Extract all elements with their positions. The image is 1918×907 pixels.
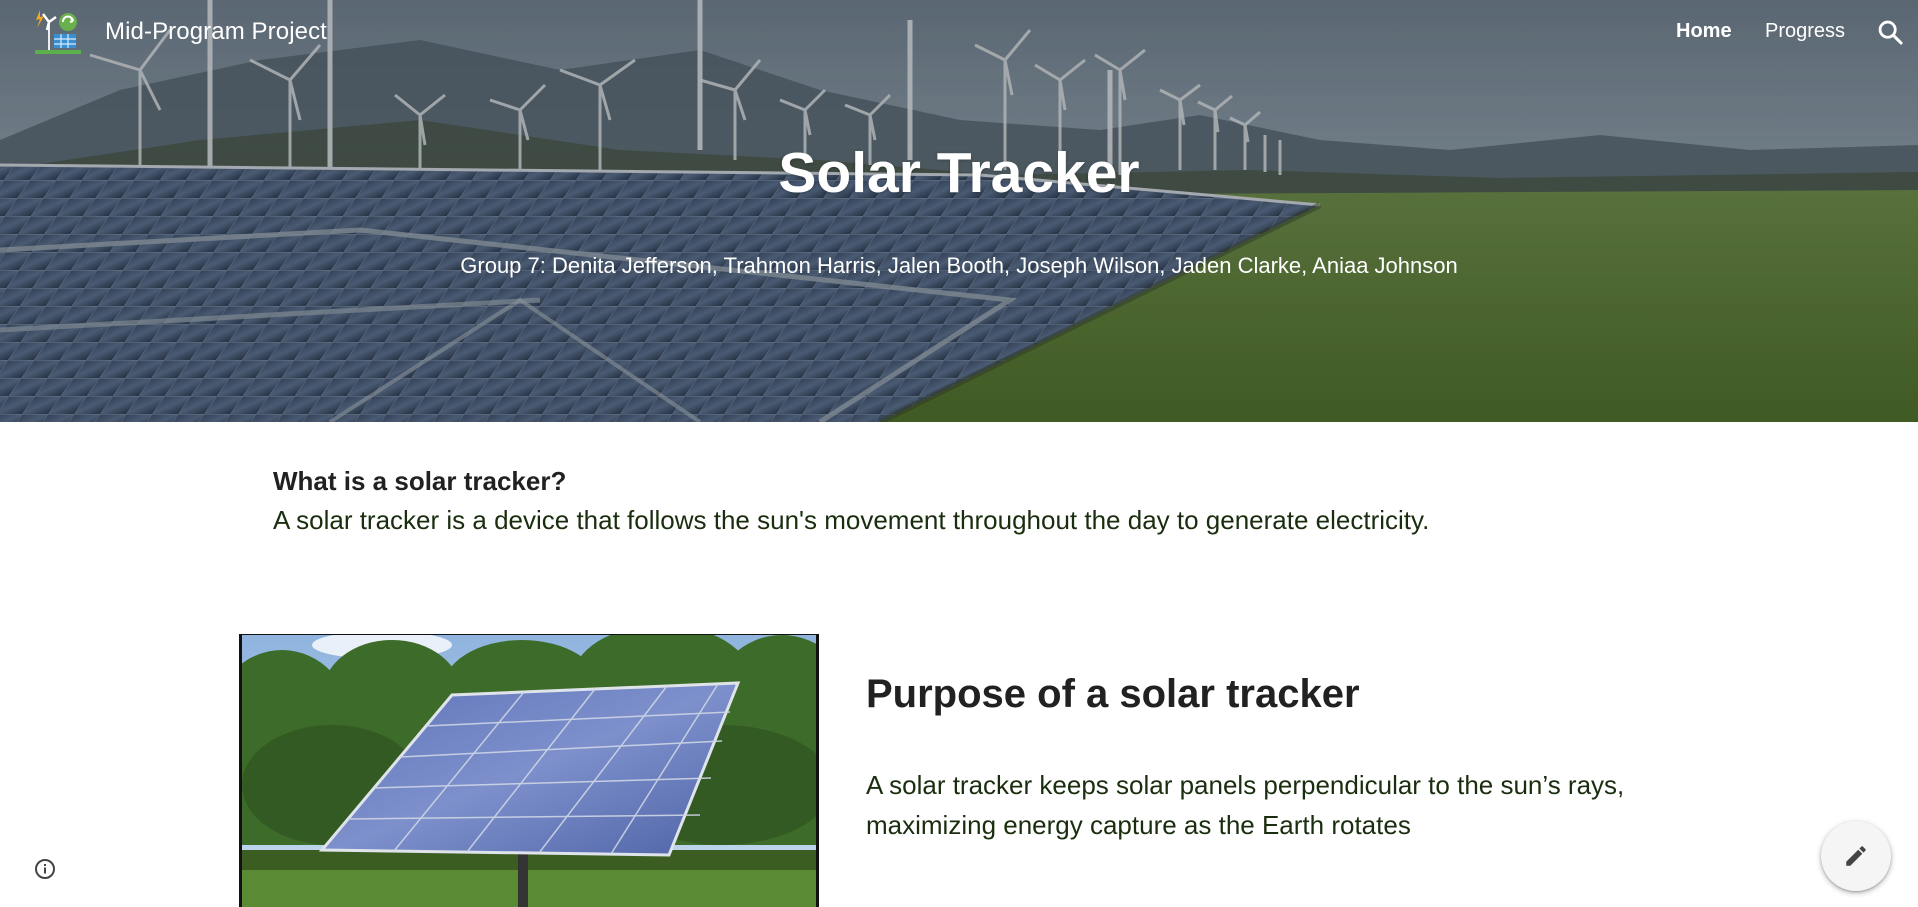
info-icon[interactable]	[33, 857, 57, 881]
edit-button[interactable]	[1821, 821, 1891, 891]
nav-progress-link[interactable]: Progress	[1765, 20, 1845, 43]
purpose-text: A solar tracker keeps solar panels perpe…	[866, 770, 1625, 840]
wind-solar-logo-icon[interactable]	[34, 8, 84, 56]
solar-panel-image	[239, 634, 819, 907]
search-icon[interactable]	[1876, 18, 1904, 46]
site-title[interactable]: Mid-Program Project	[105, 18, 327, 46]
hero-banner: Mid-Program Project Home Progress Solar …	[0, 0, 1918, 422]
page-title: Solar Tracker	[778, 141, 1140, 205]
pencil-icon	[1846, 846, 1866, 866]
intro-heading: What is a solar tracker?	[273, 466, 567, 496]
top-navigation-bar: Mid-Program Project Home Progress	[0, 0, 1918, 64]
intro-text: A solar tracker is a device that follows…	[273, 505, 1430, 535]
hero-subtitle: Group 7: Denita Jefferson, Trahmon Harri…	[460, 253, 1458, 278]
nav-home-link[interactable]: Home	[1676, 20, 1732, 43]
solar-panel-photo	[242, 635, 816, 907]
purpose-heading: Purpose of a solar tracker	[866, 672, 1360, 716]
